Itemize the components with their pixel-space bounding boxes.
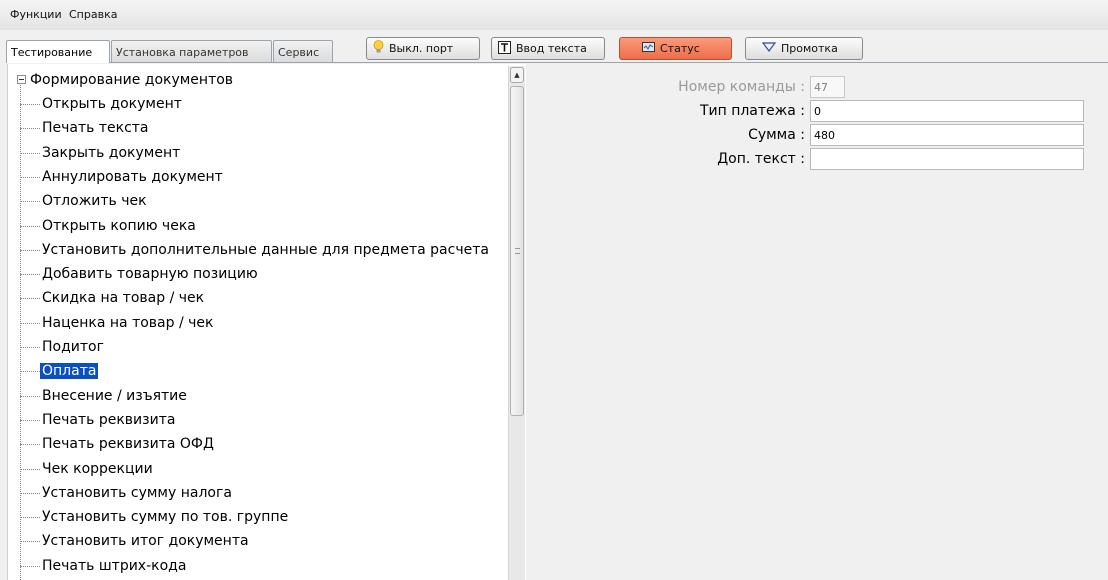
triangle-down-icon bbox=[761, 42, 777, 55]
command-number-label: Номер команды : bbox=[678, 79, 805, 95]
payment-type-label: Тип платежа : bbox=[699, 103, 805, 119]
extra-text-label: Доп. текст : bbox=[717, 151, 805, 167]
tree-item-label: Внесение / изъятие bbox=[42, 388, 187, 404]
tree-connector bbox=[20, 493, 40, 494]
tree-connector bbox=[20, 469, 40, 470]
tree-connector bbox=[20, 541, 40, 542]
tree-item[interactable]: Внесение / изъятие bbox=[20, 386, 187, 406]
tree-item[interactable]: Печать реквизита bbox=[20, 410, 176, 430]
scrollbar-grip-icon bbox=[515, 248, 520, 254]
text-input-label: Ввод текста bbox=[516, 42, 587, 55]
tree-item[interactable]: Аннулировать документ bbox=[20, 167, 223, 187]
scrollbar-thumb[interactable] bbox=[510, 86, 524, 416]
tree-connector bbox=[20, 153, 40, 154]
status-label: Статус bbox=[660, 42, 700, 55]
tree-item[interactable]: Установить сумму налога bbox=[20, 483, 232, 503]
tree-item-label: Добавить товарную позицию bbox=[42, 266, 258, 282]
tree-item[interactable]: Печать штрих-кода bbox=[20, 556, 187, 576]
document-tree: Формирование документов Открыть документ… bbox=[7, 64, 526, 580]
menu-help[interactable]: Справка bbox=[69, 8, 117, 21]
tree-item[interactable]: Чек коррекции bbox=[20, 459, 153, 479]
menu-bar: Функции Справка bbox=[0, 0, 1108, 30]
tree-connector bbox=[20, 371, 40, 372]
menu-functions[interactable]: Функции bbox=[10, 8, 62, 21]
tree-root-label: Формирование документов bbox=[30, 72, 234, 88]
tree-connector bbox=[20, 274, 40, 275]
tree-connector bbox=[20, 128, 40, 129]
scroll-button[interactable]: Промотка bbox=[745, 37, 863, 60]
tree-item-label: Оплата bbox=[40, 363, 99, 379]
port-off-button[interactable]: Выкл. порт bbox=[366, 37, 480, 60]
tree-item[interactable]: Открыть копию чека bbox=[20, 216, 196, 236]
tree-item-label: Установить дополнительные данные для пре… bbox=[42, 242, 489, 258]
tree-item-label: Установить сумму налога bbox=[42, 485, 232, 501]
collapse-icon[interactable] bbox=[17, 75, 26, 84]
tree-item[interactable]: Отложить чек bbox=[20, 191, 147, 211]
tree-root[interactable]: Формирование документов bbox=[17, 70, 233, 90]
tree-connector bbox=[20, 104, 40, 105]
tree-item-label: Закрыть документ bbox=[42, 145, 181, 161]
lightbulb-icon bbox=[373, 40, 384, 57]
port-off-label: Выкл. порт bbox=[389, 42, 454, 55]
tree-item-label: Установить итог документа bbox=[42, 533, 249, 549]
tree-scrollbar[interactable]: ▲ bbox=[508, 66, 525, 580]
tree-item-label: Скидка на товар / чек bbox=[42, 290, 205, 306]
tree-item-label: Печать штрих-кода bbox=[42, 558, 187, 574]
tree-connector bbox=[20, 226, 40, 227]
tree-item-label: Печать текста bbox=[42, 120, 149, 136]
tree-connector bbox=[20, 566, 40, 567]
command-number-field bbox=[810, 76, 845, 98]
tree-item[interactable]: Наценка на товар / чек bbox=[20, 313, 214, 333]
scroll-up-arrow-icon[interactable]: ▲ bbox=[510, 67, 524, 83]
tree-item[interactable]: Установить итог документа bbox=[20, 531, 249, 551]
text-t-icon bbox=[498, 40, 511, 57]
tab-parameters[interactable]: Установка параметров bbox=[111, 40, 272, 62]
tree-connector bbox=[20, 396, 40, 397]
tree-item-label: Аннулировать документ bbox=[42, 169, 223, 185]
tree-item[interactable]: Печать реквизита ОФД bbox=[20, 434, 214, 454]
status-button[interactable]: Статус bbox=[619, 37, 732, 60]
tree-item-label: Установить сумму по тов. группе bbox=[42, 509, 289, 525]
tree-item-label: Чек коррекции bbox=[42, 461, 153, 477]
tree-item[interactable]: Оплата bbox=[20, 361, 99, 381]
tree-item[interactable]: Открыть документ bbox=[20, 94, 182, 114]
tree-connector bbox=[20, 201, 40, 202]
tab-strip-border bbox=[6, 62, 1108, 63]
tree-connector bbox=[20, 177, 40, 178]
tree-guide-line bbox=[20, 80, 21, 580]
tree-item[interactable]: Закрыть документ bbox=[20, 143, 181, 163]
tree-item[interactable]: Подитог bbox=[20, 337, 104, 357]
tab-service[interactable]: Сервис bbox=[273, 40, 333, 62]
tree-connector bbox=[20, 298, 40, 299]
tree-connector bbox=[20, 323, 40, 324]
tree-item-label: Подитог bbox=[42, 339, 104, 355]
tree-connector bbox=[20, 444, 40, 445]
tree-item[interactable]: Установить дополнительные данные для пре… bbox=[20, 240, 489, 260]
text-input-button[interactable]: Ввод текста bbox=[491, 37, 605, 60]
tree-connector bbox=[20, 420, 40, 421]
scroll-label: Промотка bbox=[781, 42, 838, 55]
tree-connector bbox=[20, 250, 40, 251]
tree-item[interactable]: Печать текста bbox=[20, 118, 149, 138]
tree-item-label: Печать реквизита ОФД bbox=[42, 436, 214, 452]
tree-connector bbox=[20, 347, 40, 348]
payment-type-field[interactable] bbox=[810, 100, 1084, 122]
sum-label: Сумма : bbox=[748, 127, 805, 143]
tree-item[interactable]: Скидка на товар / чек bbox=[20, 288, 205, 308]
tree-item-label: Открыть копию чека bbox=[42, 218, 196, 234]
tree-item-label: Наценка на товар / чек bbox=[42, 315, 214, 331]
sum-field[interactable] bbox=[810, 124, 1084, 146]
tab-testing[interactable]: Тестирование bbox=[6, 40, 110, 63]
tree-item[interactable]: Добавить товарную позицию bbox=[20, 264, 258, 284]
tree-item[interactable]: Установить сумму по тов. группе bbox=[20, 507, 289, 527]
tree-connector bbox=[20, 517, 40, 518]
monitor-icon bbox=[642, 41, 655, 56]
tree-item-label: Открыть документ bbox=[42, 96, 182, 112]
tree-item-label: Печать реквизита bbox=[42, 412, 176, 428]
tree-item-label: Отложить чек bbox=[42, 193, 147, 209]
extra-text-field[interactable] bbox=[810, 148, 1084, 170]
